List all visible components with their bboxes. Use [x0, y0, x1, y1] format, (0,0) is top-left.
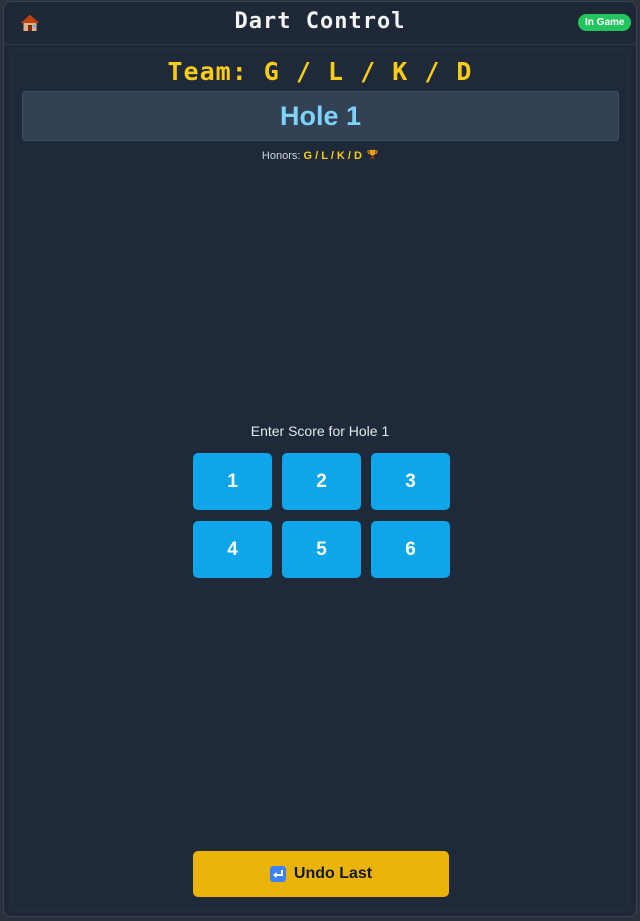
score-button-3[interactable]: 3 [371, 453, 450, 510]
trophy-icon [367, 149, 378, 160]
score-button-2[interactable]: 2 [282, 453, 361, 510]
top-bar: Dart Control In Game [4, 2, 636, 45]
score-button-5[interactable]: 5 [282, 521, 361, 578]
score-button-1[interactable]: 1 [193, 453, 272, 510]
undo-last-button[interactable]: Undo Last [193, 851, 449, 897]
app-title: Dart Control [234, 9, 406, 34]
undo-label: Undo Last [293, 865, 373, 882]
undo-icon [269, 866, 286, 882]
score-button-4[interactable]: 4 [193, 521, 272, 578]
score-keypad: 1 2 3 4 5 6 [193, 453, 450, 578]
status-badge: In Game [578, 14, 632, 31]
app-window: Dart Control In Game Team: G / L / K / D… [3, 1, 637, 917]
game-panel: Team: G / L / K / D Hole 1 Honors: G / L… [11, 49, 629, 911]
hole-title: Hole 1 [279, 101, 362, 131]
score-prompt: Enter Score for Hole 1 [250, 423, 390, 439]
score-button-6[interactable]: 6 [371, 521, 450, 578]
honors-value: G / L / K / D [303, 150, 362, 162]
hole-banner: Hole 1 [22, 91, 619, 141]
honors-label: Honors: [261, 150, 301, 162]
honors-line: Honors: G / L / K / D [12, 149, 628, 162]
team-heading: Team: G / L / K / D [167, 57, 473, 86]
